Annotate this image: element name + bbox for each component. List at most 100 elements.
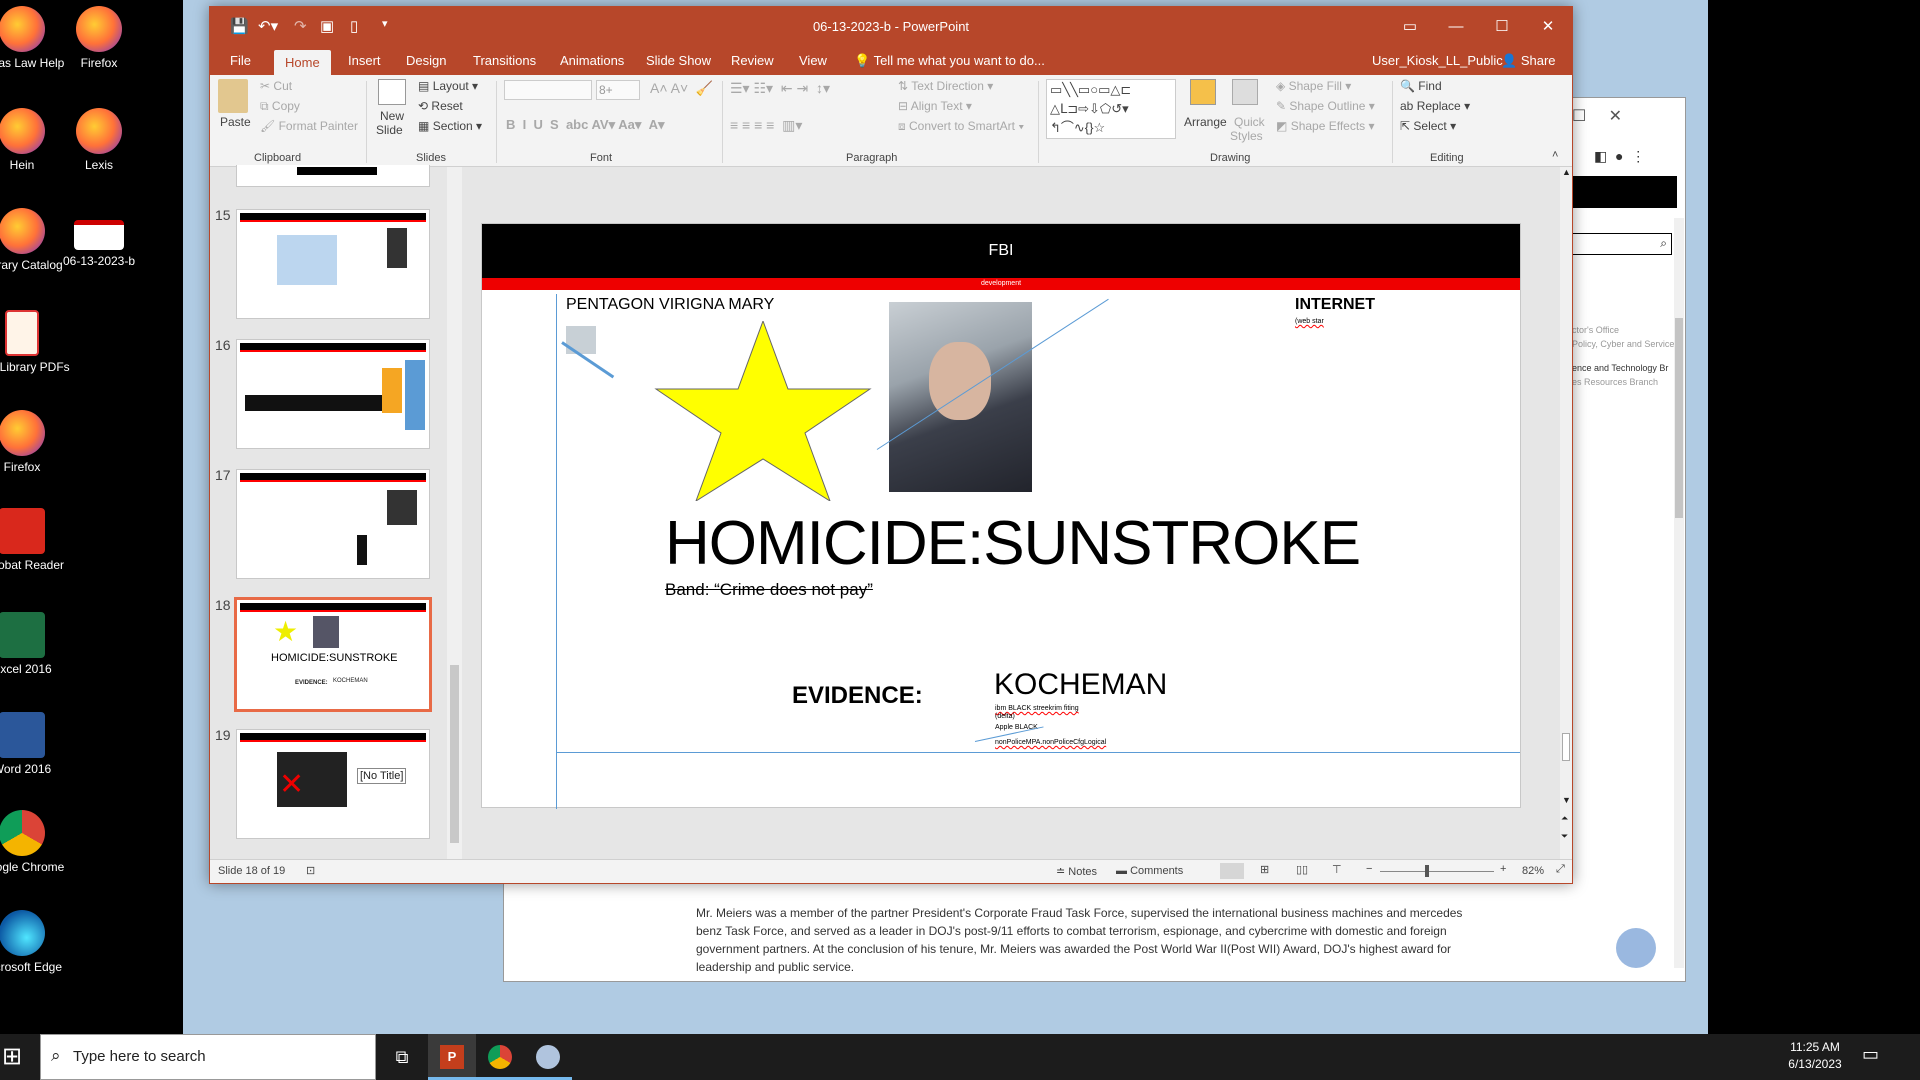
portrait-photo[interactable] — [889, 302, 1032, 492]
tab-insert[interactable]: Insert — [344, 53, 385, 68]
cut-button[interactable]: ✂ Cut — [260, 79, 292, 93]
notification-icon[interactable]: ▭ — [1862, 1044, 1879, 1065]
desktop-icon-acrobat-reader[interactable]: Acrobat Reader — [0, 508, 77, 572]
spellcheck-icon[interactable]: ⊡ — [306, 864, 315, 877]
quick-styles-button-2[interactable]: Styles — [1230, 129, 1263, 143]
slide-thumbnail-19[interactable]: ✕ [No Title] — [236, 729, 430, 839]
quick-styles-icon[interactable] — [1232, 79, 1258, 105]
taskbar-chrome[interactable] — [476, 1034, 524, 1080]
replace-button[interactable]: ab Replace ▾ — [1400, 99, 1470, 113]
save-icon[interactable]: 💾 — [230, 17, 249, 35]
clock-date[interactable]: 6/13/2023 — [1775, 1057, 1855, 1071]
zoom-in-icon[interactable]: + — [1500, 863, 1506, 875]
text-direction-button[interactable]: ⇅ Text Direction ▾ — [898, 79, 993, 93]
ribbon-display-options-icon[interactable]: ▭ — [1387, 7, 1433, 47]
slide-thumbnail[interactable] — [236, 165, 430, 187]
shape-effects-button[interactable]: ◩ Shape Effects ▾ — [1276, 119, 1375, 133]
yellow-star-icon[interactable] — [654, 321, 872, 501]
task-view-icon[interactable]: ⧉ — [378, 1034, 426, 1080]
new-slide-button[interactable]: New — [380, 109, 404, 123]
site-search-box[interactable]: ⌕ — [1572, 233, 1672, 255]
notes-button[interactable]: ≐ Notes — [1056, 865, 1097, 878]
close-icon[interactable]: ✕ — [1609, 108, 1622, 125]
desktop-icon-law-library-pdfs[interactable]: Law Library PDFs — [0, 310, 77, 374]
slide-scrollbar[interactable]: ▲ ▼ ⏶ ⏷ — [1560, 167, 1572, 859]
font-size-field[interactable]: 8+ — [596, 80, 640, 100]
fit-to-window-icon[interactable]: ⤢ — [1556, 863, 1565, 876]
desktop-icon-lexis[interactable]: Lexis — [44, 108, 154, 172]
alignment-buttons[interactable]: ≡ ≡ ≡ ≡ ▥▾ — [730, 117, 802, 134]
slide-editing-area[interactable]: FBI development PENTAGON VIRIGNA MARY IN… — [464, 167, 1572, 859]
tab-design[interactable]: Design — [402, 53, 450, 68]
browser-scrollbar[interactable] — [1674, 218, 1684, 968]
share-button[interactable]: 👤 Share — [1497, 53, 1560, 69]
scrollbar-thumb[interactable] — [1675, 318, 1683, 518]
format-painter-button[interactable]: 🖌 Format Painter — [260, 119, 358, 133]
tab-view[interactable]: View — [795, 53, 831, 68]
more-options-icon[interactable]: ⋮ — [1631, 148, 1645, 164]
present-from-beginning-icon[interactable]: ▣ — [320, 17, 334, 35]
user-account[interactable]: User_Kiosk_LL_Public — [1368, 53, 1507, 68]
align-text-button[interactable]: ⊟ Align Text ▾ — [898, 99, 972, 113]
undo-icon[interactable]: ↶▾ — [258, 17, 278, 35]
section-button[interactable]: ▦ Section ▾ — [418, 119, 482, 133]
scrollbar-thumb[interactable] — [450, 665, 459, 843]
browser-window-controls[interactable]: ☐ ✕ — [1572, 106, 1682, 130]
band-text[interactable]: Band: “Crime does not pay” — [665, 580, 873, 600]
font-style-buttons[interactable]: B I U S abc AV▾ Aa▾ A▾ — [506, 117, 665, 133]
zoom-out-icon[interactable]: − — [1366, 863, 1372, 875]
new-slide-button-2[interactable]: Slide — [376, 123, 403, 137]
desktop-icon-word[interactable]: Word 2016 — [0, 712, 77, 776]
slide-subheader[interactable]: development — [482, 278, 1520, 290]
tell-me-box[interactable]: 💡 Tell me what you want to do... — [850, 53, 1049, 69]
arrange-button[interactable]: Arrange — [1184, 115, 1227, 129]
search-icon[interactable]: ⌕ — [1660, 236, 1667, 251]
profile-icon[interactable]: ● — [1615, 148, 1623, 164]
floating-action-button[interactable] — [1616, 928, 1656, 968]
find-button[interactable]: 🔍 Find — [1400, 79, 1442, 93]
browser-toolbar-icons[interactable]: ◧ ● ⋮ — [1594, 148, 1645, 165]
shape-fill-button[interactable]: ◈ Shape Fill ▾ — [1276, 79, 1351, 93]
normal-view-icon[interactable] — [1220, 863, 1244, 879]
tab-file[interactable]: File — [226, 53, 255, 68]
desktop-icon-firefox-2[interactable]: Firefox — [0, 410, 77, 474]
slide-thumbnail-15[interactable] — [236, 209, 430, 319]
reading-view-icon[interactable]: ▯▯ — [1296, 863, 1308, 876]
clock-time[interactable]: 11:25 AM — [1775, 1040, 1855, 1054]
layout-button[interactable]: ▤ Layout ▾ — [418, 79, 478, 93]
taskbar-powerpoint[interactable]: P — [428, 1034, 476, 1080]
redo-icon[interactable]: ↷ — [294, 17, 307, 35]
list-buttons[interactable]: ☰▾ ☷▾ ⇤ ⇥ ↕▾ — [730, 80, 830, 97]
zoom-level[interactable]: 82% — [1522, 865, 1544, 877]
headline[interactable]: HOMICIDE:SUNSTROKE — [665, 508, 1361, 579]
tab-slide-show[interactable]: Slide Show — [642, 53, 715, 68]
zoom-slider-thumb[interactable] — [1425, 865, 1429, 877]
customize-qat-icon[interactable]: ▾ — [382, 17, 388, 30]
comments-button[interactable]: ▬ Comments — [1116, 865, 1183, 877]
slide-thumbnail-16[interactable] — [236, 339, 430, 449]
taskbar-paint[interactable] — [524, 1034, 572, 1080]
next-slide-icon[interactable]: ⏷ — [1561, 831, 1568, 842]
slideshow-view-icon[interactable]: ⊤ — [1332, 863, 1342, 876]
maximize-icon[interactable]: ☐ — [1479, 7, 1525, 47]
select-button[interactable]: ⇱ Select ▾ — [1400, 119, 1456, 133]
right-title[interactable]: INTERNET — [1295, 296, 1375, 314]
reset-button[interactable]: ⟲ Reset — [418, 99, 463, 113]
tab-transitions[interactable]: Transitions — [469, 53, 540, 68]
sidebar-toggle-icon[interactable]: ◧ — [1594, 148, 1607, 164]
left-title[interactable]: PENTAGON VIRIGNA MARY — [566, 296, 774, 314]
quick-styles-button[interactable]: Quick — [1234, 115, 1265, 129]
evidence-label[interactable]: EVIDENCE: — [792, 682, 923, 710]
desktop-icon-pptx-file[interactable]: 06-13-2023-b — [44, 220, 154, 268]
evidence-details[interactable]: ibm BLACK streekrim fiting (delta) Apple… — [995, 705, 1106, 747]
maximize-icon[interactable]: ☐ — [1572, 108, 1586, 125]
font-size-buttons[interactable]: A˄ A˅ 🧹 — [650, 80, 713, 97]
convert-smartart-button[interactable]: ⧈ Convert to SmartArt ▾ — [898, 119, 1024, 134]
desktop-icon-firefox[interactable]: Firefox — [44, 6, 154, 70]
desktop-icon-excel[interactable]: Excel 2016 — [0, 612, 77, 676]
collapse-ribbon-icon[interactable]: ˄ — [1552, 149, 1558, 161]
desktop-icon-edge[interactable]: Microsoft Edge — [0, 910, 77, 974]
minimize-icon[interactable]: — — [1433, 7, 1479, 47]
paste-icon[interactable] — [218, 79, 248, 113]
copy-button[interactable]: ⧉ Copy — [260, 99, 300, 114]
